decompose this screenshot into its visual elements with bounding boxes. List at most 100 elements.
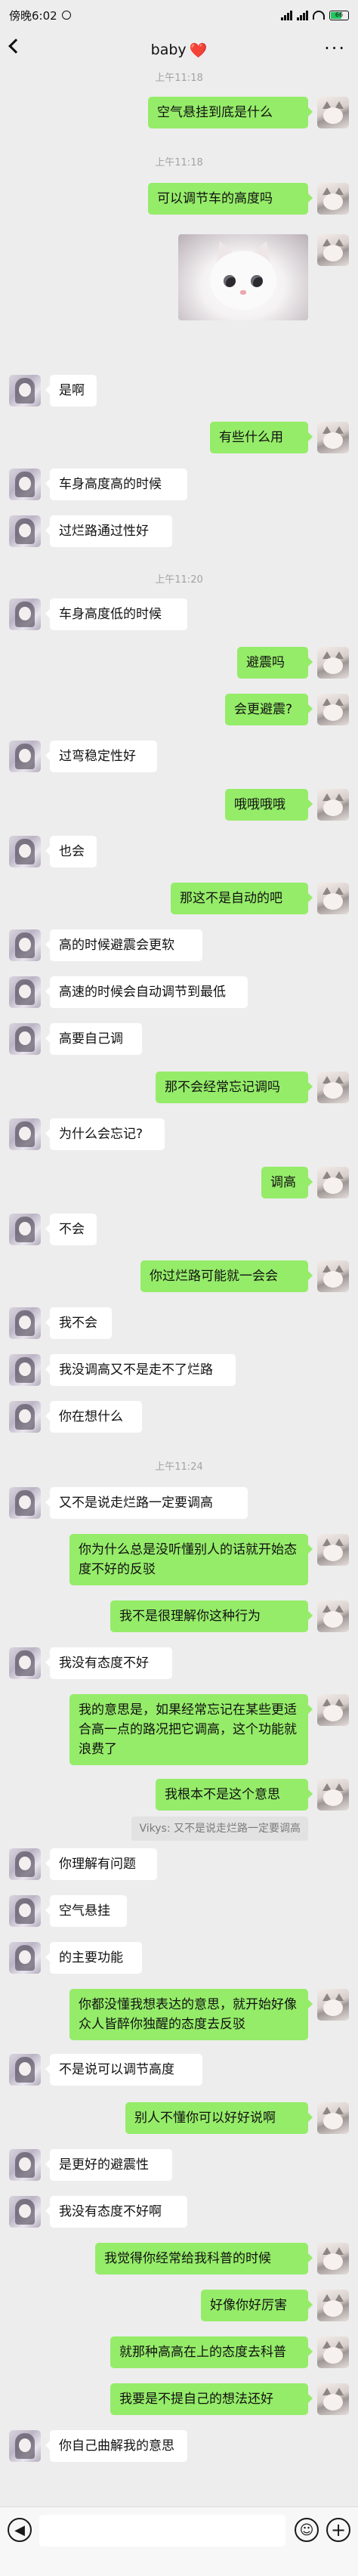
- message-bubble[interactable]: 车身高度高的时候: [45, 469, 187, 500]
- message-bubble[interactable]: 又不是说走烂路一定要调高: [45, 1487, 248, 1519]
- message-bubble[interactable]: 不是说可以调节高度: [45, 2054, 202, 2086]
- contact-avatar[interactable]: [9, 1401, 41, 1433]
- message-bubble[interactable]: 我的意思是，如果经常忘记在某些更适合高一点的路况把它调高，这个功能就浪费了: [69, 1694, 313, 1765]
- contact-avatar[interactable]: [9, 515, 41, 547]
- message-bubble[interactable]: 我要是不提自己的想法还好: [110, 2383, 313, 2415]
- contact-avatar[interactable]: [9, 976, 41, 1008]
- message-bubble[interactable]: 你过烂路可能就一会会: [140, 1260, 313, 1292]
- message-bubble[interactable]: 你自己曲解我的意思: [45, 2430, 187, 2462]
- my-avatar[interactable]: [317, 647, 349, 679]
- contact-avatar[interactable]: [9, 1487, 41, 1519]
- message-bubble[interactable]: 好像你好厉害: [201, 2290, 313, 2321]
- my-avatar[interactable]: [317, 2290, 349, 2321]
- contact-avatar[interactable]: [9, 1023, 41, 1055]
- timestamp: 上午11:18: [155, 157, 203, 169]
- more-options-icon[interactable]: ···: [324, 39, 346, 57]
- my-avatar[interactable]: [317, 1072, 349, 1103]
- contact-avatar[interactable]: [9, 1307, 41, 1339]
- message-bubble[interactable]: 高要自己调: [45, 1023, 142, 1055]
- message-bubble[interactable]: 我没调高又不是走不了烂路: [45, 1354, 236, 1386]
- contact-avatar[interactable]: [9, 1214, 41, 1245]
- message-bubble[interactable]: 为什么会忘记?: [45, 1118, 165, 1150]
- voice-icon[interactable]: ◀: [8, 2518, 32, 2542]
- emoji-icon[interactable]: ☺: [295, 2518, 319, 2542]
- message-bubble[interactable]: 你都没懂我想表达的意思，就开始好像众人皆醉你独醒的态度去反驳: [69, 1989, 313, 2040]
- contact-avatar[interactable]: [9, 1647, 41, 1679]
- my-avatar[interactable]: [317, 1694, 349, 1726]
- input-bar: ◀ ☺ +: [0, 2506, 358, 2576]
- my-avatar[interactable]: [317, 1600, 349, 1632]
- my-avatar[interactable]: [317, 1779, 349, 1811]
- message-bubble[interactable]: 我根本不是这个意思: [156, 1779, 313, 1811]
- message-bubble[interactable]: 调高: [261, 1167, 313, 1198]
- contact-avatar[interactable]: [9, 375, 41, 407]
- message-bubble[interactable]: 你在想什么: [45, 1401, 142, 1433]
- message-bubble[interactable]: 也会: [45, 836, 97, 867]
- my-avatar[interactable]: [317, 183, 349, 215]
- message-bubble[interactable]: 我没有态度不好啊: [45, 2196, 187, 2228]
- my-avatar[interactable]: [317, 1534, 349, 1566]
- contact-avatar[interactable]: [9, 1942, 41, 1974]
- contact-avatar[interactable]: [9, 1354, 41, 1386]
- contact-avatar[interactable]: [9, 1118, 41, 1150]
- message-input[interactable]: [39, 2515, 285, 2547]
- message-bubble[interactable]: 你理解有问题: [45, 1848, 157, 1880]
- message-bubble[interactable]: 你为什么总是没听懂别人的话就开始态度不好的反驳: [69, 1534, 313, 1585]
- contact-avatar[interactable]: [9, 2196, 41, 2228]
- message-bubble[interactable]: 哦哦哦哦: [225, 789, 313, 821]
- message-bubble[interactable]: 的主要功能: [45, 1942, 142, 1974]
- contact-avatar[interactable]: [9, 929, 41, 961]
- chat-title-text: baby: [150, 42, 187, 58]
- contact-avatar[interactable]: [9, 741, 41, 772]
- message-bubble[interactable]: 有些什么用: [210, 422, 313, 453]
- plus-icon[interactable]: +: [326, 2518, 350, 2542]
- contact-avatar[interactable]: [9, 598, 41, 630]
- my-avatar[interactable]: [317, 422, 349, 453]
- my-avatar[interactable]: [317, 1167, 349, 1198]
- message-bubble[interactable]: 那不会经常忘记调吗: [156, 1072, 313, 1103]
- status-time: 傍晚6:02: [9, 8, 57, 23]
- message-bubble[interactable]: 车身高度低的时候: [45, 598, 187, 630]
- contact-avatar[interactable]: [9, 2430, 41, 2462]
- my-avatar[interactable]: [317, 2102, 349, 2134]
- chat-area[interactable]: 上午11:18 空气悬挂到底是什么 上午11:18 可以调节车的高度吗 是啊 有…: [0, 70, 358, 2506]
- message-bubble[interactable]: 避震吗: [237, 647, 313, 679]
- message-bubble[interactable]: 不会: [45, 1214, 97, 1245]
- contact-avatar[interactable]: [9, 836, 41, 867]
- message-bubble[interactable]: 我没有态度不好: [45, 1647, 172, 1679]
- message-bubble[interactable]: 是更好的避震性: [45, 2149, 172, 2181]
- my-avatar[interactable]: [317, 694, 349, 725]
- message-bubble[interactable]: 我觉得你经常给我科普的时候: [95, 2243, 313, 2274]
- message-bubble[interactable]: 可以调节车的高度吗: [148, 183, 313, 215]
- my-avatar[interactable]: [317, 97, 349, 128]
- message-bubble[interactable]: 高的时候避震会更软: [45, 929, 202, 961]
- my-avatar[interactable]: [317, 883, 349, 914]
- message-bubble[interactable]: 那这不是自动的吧: [171, 883, 313, 914]
- message-bubble[interactable]: 高速的时候会自动调节到最低: [45, 976, 248, 1008]
- message-bubble[interactable]: 别人不懂你可以好好说啊: [125, 2102, 313, 2134]
- my-avatar[interactable]: [317, 2336, 349, 2368]
- message-bubble[interactable]: 空气悬挂: [45, 1895, 127, 1927]
- my-avatar[interactable]: [317, 2383, 349, 2415]
- my-avatar[interactable]: [317, 1989, 349, 2021]
- back-arrow-icon[interactable]: [8, 39, 23, 54]
- message-bubble[interactable]: 就那种高高在上的态度去科普: [110, 2336, 313, 2368]
- kitten-photo[interactable]: [178, 234, 308, 320]
- contact-avatar[interactable]: [9, 1895, 41, 1927]
- message-bubble[interactable]: 是啊: [45, 375, 97, 407]
- message-bubble[interactable]: 会更避震?: [225, 694, 313, 725]
- contact-avatar[interactable]: [9, 1848, 41, 1880]
- message-bubble[interactable]: 我不会: [45, 1307, 112, 1339]
- contact-avatar[interactable]: [9, 2054, 41, 2086]
- message-bubble[interactable]: 我不是很理解你这种行为: [110, 1600, 313, 1632]
- my-avatar[interactable]: [317, 1260, 349, 1292]
- message-bubble[interactable]: 过弯稳定性好: [45, 741, 157, 772]
- my-avatar[interactable]: [317, 234, 349, 266]
- my-avatar[interactable]: [317, 2243, 349, 2274]
- contact-avatar[interactable]: [9, 469, 41, 500]
- quoted-message[interactable]: Vikys: 又不是说走烂路一定要调高: [131, 1817, 308, 1841]
- my-avatar[interactable]: [317, 789, 349, 821]
- contact-avatar[interactable]: [9, 2149, 41, 2181]
- message-bubble[interactable]: 过烂路通过性好: [45, 515, 172, 547]
- message-bubble[interactable]: 空气悬挂到底是什么: [148, 97, 313, 128]
